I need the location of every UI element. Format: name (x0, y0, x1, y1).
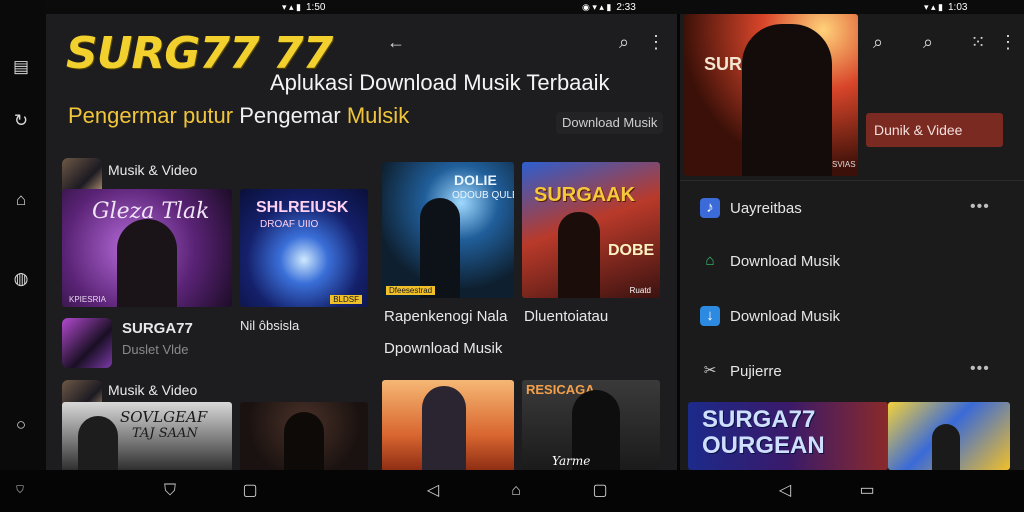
album-art-subtitle: TAJ SAAN (132, 426, 198, 441)
artist-figure (117, 219, 177, 307)
status-bar-middle: ◉ ▾ ▴ ▮ 2:33 (582, 0, 636, 14)
status-icons: ▾ ▴ ▮ (924, 1, 943, 12)
status-bar-left: ▾ ▴ ▮ 1:50 (282, 0, 325, 14)
album-art-title: SHLREIUSK (256, 199, 349, 216)
system-navigation-bar: ⛉ ⛉ ▢ ◁ ⌂ ▢ ◁ ▭ (0, 470, 1024, 512)
album-caption[interactable]: Nil ôbsisla (240, 318, 299, 333)
banner-card[interactable]: SURGA77 OURGEAN (688, 402, 888, 470)
album-art-title: DOLIE (454, 172, 497, 188)
menu-item[interactable]: ↓ Download Musik (700, 302, 1020, 330)
circle-icon[interactable]: ○ (10, 414, 32, 436)
album-card[interactable]: DOLIE ODOUB QULE Dfeesestrad (382, 162, 514, 298)
banner-card[interactable] (888, 402, 1010, 470)
album-art-title: SOVLGEAF (120, 408, 208, 426)
back-arrow-icon[interactable]: ← (386, 32, 406, 52)
menu-item-label: Uayreitbas (730, 199, 802, 217)
tagline: Pengermar putur Pengemar Mulsik (68, 103, 409, 129)
album-card[interactable] (240, 402, 368, 470)
artist-figure (284, 412, 324, 470)
recents-icon[interactable]: ▢ (240, 482, 260, 500)
banner-title: SURGA77 (702, 406, 816, 433)
back-shield-icon[interactable]: ⛉ (160, 482, 180, 500)
status-time: 1:03 (948, 1, 968, 13)
back-icon[interactable]: ◁ (775, 482, 795, 500)
menu-item-label: Download Musik (730, 252, 841, 270)
recents-icon[interactable]: ▭ (857, 482, 877, 500)
album-card[interactable]: SOVLGEAF TAJ SAAN (62, 402, 232, 470)
music-video-button[interactable]: Dunik & Videe (866, 113, 1003, 147)
music-note-icon: ♪ (700, 198, 720, 218)
separator (680, 180, 1024, 181)
album-card[interactable]: SHLREIUSK DROAF UIIO BLDSF (240, 189, 368, 307)
tagline-part: Pengemar (239, 103, 341, 128)
album-art-subtitle: Yarme (552, 454, 591, 468)
menu-item-label: Download Musik (730, 307, 841, 325)
album-badge: Dfeesestrad (386, 286, 436, 295)
home-outline-icon: ⌂ (705, 252, 715, 269)
apps-grid-icon[interactable]: ⁙ (968, 32, 988, 52)
panel-right: SURG77 SVIAS Dunik & Videe ⌕ ⌕ ⁙ ⋮ ♪ Uay… (680, 14, 1024, 470)
artist-figure (78, 416, 118, 470)
more-options-icon[interactable]: ••• (970, 360, 990, 378)
recents-icon[interactable]: ▢ (590, 482, 610, 500)
artist-figure (422, 386, 466, 470)
status-time: 1:50 (306, 1, 326, 13)
album-card[interactable]: SURGAAK DOBE Ruatd (522, 162, 660, 298)
search-icon[interactable]: ⌕ (614, 32, 634, 52)
status-bar-right: ▾ ▴ ▮ 1:03 (924, 0, 967, 14)
tools-icon: ✂ (703, 362, 717, 379)
search-icon[interactable]: ⌕ (918, 32, 938, 52)
featured-poster[interactable]: SURG77 SVIAS (684, 14, 858, 176)
artist-figure (742, 24, 832, 176)
album-art-subtitle: DROAF UIIO (260, 219, 319, 230)
album-art-subtitle: DOBE (608, 242, 655, 259)
status-icons: ▾ ▴ ▮ (282, 1, 301, 12)
artist-figure (558, 212, 600, 298)
poster-foot: SVIAS (832, 160, 856, 169)
more-vertical-icon[interactable]: ⋮ (998, 32, 1018, 52)
album-label: KPIESRIA (69, 295, 106, 304)
more-vertical-icon[interactable]: ⋮ (646, 32, 666, 52)
menu-item-label: Pujierre (730, 362, 782, 380)
album-art-title: SURGAAK (534, 184, 636, 206)
page-headline: Aplukasi Download Musik Terbaaik (270, 70, 610, 95)
album-caption[interactable]: Rapenkenogi Nala (384, 308, 507, 325)
home-icon[interactable]: ⌂ (506, 482, 526, 500)
status-time: 2:33 (616, 1, 636, 13)
album-caption[interactable]: SURGA77 (122, 320, 193, 337)
download-music-pill[interactable]: Download Musik (556, 112, 664, 134)
album-caption[interactable]: Dpownload Musik (384, 340, 502, 357)
album-subcaption: Duslet Vlde (122, 342, 189, 357)
section-title: Musik & Video (108, 382, 198, 398)
side-rail: ▤ ↻ ⌂ ◍ ○ ⚙ (0, 0, 46, 489)
album-card[interactable] (382, 380, 514, 470)
refresh-icon[interactable]: ↻ (10, 110, 32, 132)
more-options-icon[interactable]: ••• (970, 198, 990, 216)
tagline-part: Pengermar putur (68, 103, 234, 128)
tagline-part: Mulsik (346, 103, 410, 128)
album-badge: Ruatd (629, 286, 651, 295)
section-title: Musik & Video (108, 162, 198, 178)
album-card[interactable]: RESICAGA Yarme (522, 380, 660, 470)
album-card[interactable]: Gleza Tlak KPIESRIA (62, 189, 232, 307)
download-icon: ↓ (700, 306, 720, 326)
shield-icon[interactable]: ⛉ (10, 482, 30, 500)
artist-figure (420, 198, 460, 298)
book-icon[interactable]: ▤ (10, 56, 32, 78)
home-icon[interactable]: ⌂ (10, 189, 32, 211)
artist-figure (932, 424, 960, 470)
album-art-subtitle: ODOUB QULE (452, 190, 514, 201)
artist-avatar[interactable] (62, 318, 112, 368)
back-icon[interactable]: ◁ (423, 482, 443, 500)
status-icons: ◉ ▾ ▴ ▮ (582, 1, 612, 12)
banner-subtitle: OURGEAN (702, 432, 825, 459)
album-badge: BLDSF (330, 295, 362, 304)
search-icon[interactable]: ⌕ (868, 32, 888, 52)
album-caption[interactable]: Dluentoiatau (524, 308, 608, 325)
bag-icon[interactable]: ◍ (10, 268, 32, 290)
menu-item[interactable]: ⌂ Download Musik (700, 247, 1020, 275)
